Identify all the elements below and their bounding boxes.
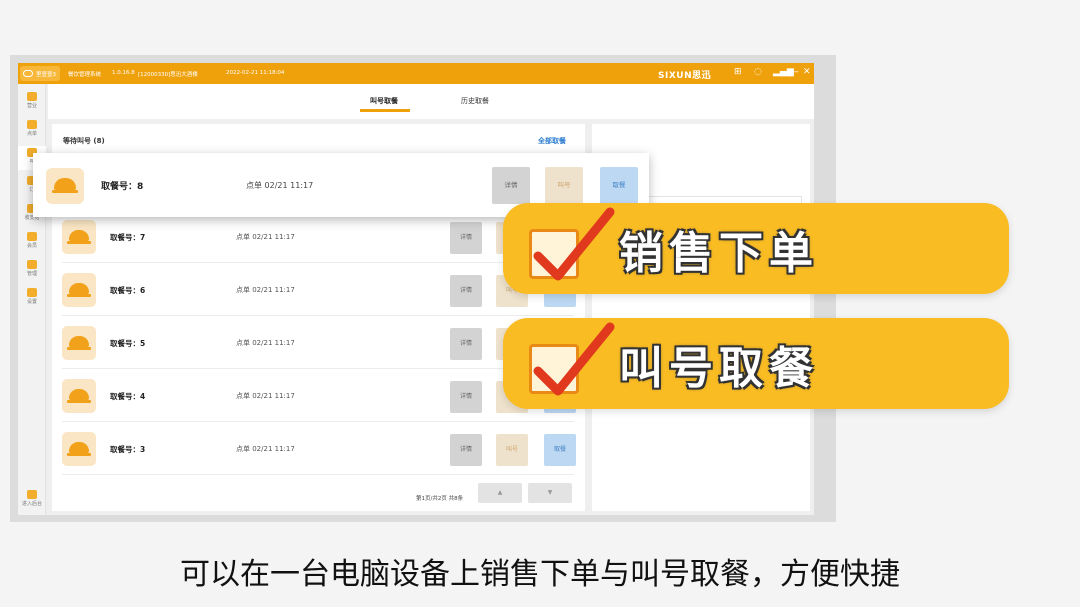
order-time: 点单 02/21 11:17: [236, 392, 295, 400]
feature-badge-sales: 销售下单: [503, 203, 1009, 294]
tab-history[interactable]: 历史取餐: [461, 96, 489, 106]
cloud-icon: [23, 70, 33, 77]
next-page-button[interactable]: ▼: [528, 483, 572, 503]
pickup-number: 取餐号：4: [110, 392, 146, 401]
meal-icon: [62, 432, 96, 466]
order-time: 点单 02/21 11:17: [236, 286, 295, 294]
pickup-number: 取餐号：7: [110, 233, 146, 242]
tab-bar: 叫号取餐 历史取餐: [48, 84, 814, 119]
call-button[interactable]: 叫号: [545, 167, 583, 204]
meal-icon: [46, 168, 84, 204]
all-pickup-link[interactable]: 全部取餐: [538, 136, 566, 146]
pickup-number: 取餐号：5: [110, 339, 146, 348]
list-item: 取餐号：3 点单 02/21 11:17 详情 叫号 取餐: [62, 422, 576, 475]
sidebar-item-manage[interactable]: 管理: [18, 258, 46, 282]
diamond-icon: [27, 232, 37, 241]
prev-page-button[interactable]: ▲: [478, 483, 522, 503]
order-time: 点单 02/21 11:17: [246, 181, 314, 190]
brand-logo: SIXUN思迅: [658, 71, 712, 81]
list-item: 取餐号：6 点单 02/21 11:17 详情 叫号 取餐: [62, 263, 576, 316]
app-short-name: 里壹壹3: [36, 72, 56, 78]
checkmark-icon: [533, 322, 615, 396]
sidebar-item-business[interactable]: 营业: [18, 90, 46, 114]
close-button[interactable]: ✕: [803, 67, 811, 77]
list-item: 取餐号：5 点单 02/21 11:17 详情 叫号 取餐: [62, 316, 576, 369]
sidebar-item-member[interactable]: 会员: [18, 230, 46, 254]
meal-icon: [62, 273, 96, 307]
datetime: 2022-02-21 11:18:04: [226, 70, 285, 76]
sidebar: 营业 点单 叫 订 收支结 会员 管理 设置 进入后台: [18, 84, 46, 515]
list-item: 取餐号：4 点单 02/21 11:17 详情 叫号 取餐: [62, 369, 576, 422]
pickup-button[interactable]: 取餐: [600, 167, 638, 204]
checkbox-icon: [529, 207, 615, 281]
meal-icon: [62, 220, 96, 254]
active-tab-indicator: [360, 109, 410, 112]
pickup-number: 取餐号：8: [101, 182, 144, 192]
order-time: 点单 02/21 11:17: [236, 233, 295, 241]
sidebar-item-settings[interactable]: 设置: [18, 286, 46, 310]
detail-button[interactable]: 详情: [492, 167, 530, 204]
order-time: 点单 02/21 11:17: [236, 339, 295, 347]
pagination-text: 第1页/共2页 共8条: [416, 496, 464, 502]
sidebar-item-order[interactable]: 点单: [18, 118, 46, 142]
meal-icon: [62, 326, 96, 360]
grid-icon[interactable]: ⊞: [734, 67, 742, 77]
store-name: [12000330]思迅大酒楼: [138, 72, 198, 78]
app-logo: 里壹壹3: [20, 66, 60, 81]
video-caption: 可以在一台电脑设备上销售下单与叫号取餐，方便快捷: [180, 557, 900, 592]
pickup-button[interactable]: 取餐: [544, 434, 576, 466]
list-item: 取餐号：7 点单 02/21 11:17 详情 叫号 取餐: [62, 210, 576, 263]
feature-label: 叫号取餐: [619, 343, 819, 394]
sidebar-item-backend[interactable]: 进入后台: [18, 488, 46, 512]
minimize-button[interactable]: —: [790, 67, 799, 77]
feature-label: 销售下单: [619, 228, 819, 279]
title-bar: 里壹壹3 餐饮管理系统 1.0.16.8 [12000330]思迅大酒楼 202…: [18, 63, 814, 84]
tab-call-pickup[interactable]: 叫号取餐: [370, 96, 398, 106]
document-icon: [27, 260, 37, 269]
store-icon: [27, 92, 37, 101]
checkbox-icon: [529, 322, 615, 396]
main-area: 叫号取餐 历史取餐 等待叫号 (8) 全部取餐 取餐号：7 点单 02/21 1…: [48, 84, 814, 515]
waiting-header: 等待叫号 (8): [63, 137, 105, 145]
detail-button[interactable]: 详情: [450, 328, 482, 360]
settings-icon[interactable]: ◌: [754, 67, 762, 77]
gear-icon: [27, 288, 37, 297]
pickup-number: 取餐号：3: [110, 445, 146, 454]
order-time: 点单 02/21 11:17: [236, 445, 295, 453]
detail-button[interactable]: 详情: [450, 275, 482, 307]
checkmark-icon: [533, 207, 615, 281]
pickup-number: 取餐号：6: [110, 286, 146, 295]
backend-icon: [27, 490, 37, 499]
detail-button[interactable]: 详情: [450, 381, 482, 413]
system-name: 餐饮管理系统: [68, 72, 102, 78]
version: 1.0.16.8: [112, 70, 135, 76]
hand-icon: [27, 120, 37, 129]
detail-button[interactable]: 详情: [450, 222, 482, 254]
detail-button[interactable]: 详情: [450, 434, 482, 466]
meal-icon: [62, 379, 96, 413]
feature-badge-pickup: 叫号取餐: [503, 318, 1009, 409]
call-button[interactable]: 叫号: [496, 434, 528, 466]
